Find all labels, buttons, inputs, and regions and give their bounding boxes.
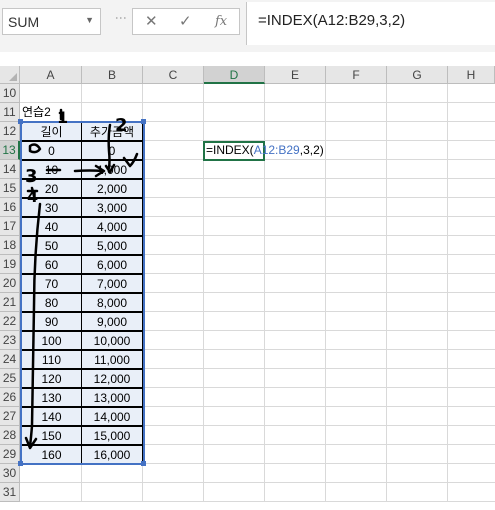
ink-label-two: 2	[115, 115, 128, 136]
ink-stroke	[24, 202, 42, 450]
ink-stroke	[122, 152, 139, 168]
ink-stroke	[104, 123, 116, 174]
formula-bar: SUM ▼ ⋮ ✕ ✓ fx =INDEX(A12:B29,3,2)	[0, 0, 495, 52]
name-box-value: SUM	[8, 14, 40, 30]
insert-function-icon[interactable]: fx	[215, 14, 227, 29]
ink-annotations: 1 2 3 4	[24, 108, 139, 450]
ink-stroke	[28, 143, 42, 154]
chevron-down-icon[interactable]: ▼	[85, 15, 94, 25]
ink-label-one: 1	[57, 108, 68, 127]
cell-d13-content[interactable]: =INDEX(A12:B29,3,2)	[206, 141, 336, 161]
formula-range-ref: A12:B29	[253, 143, 300, 157]
ink-label-three: 3	[25, 166, 38, 187]
formula-prefix: =INDEX(	[206, 143, 254, 157]
name-box[interactable]: SUM ▼	[2, 8, 101, 35]
enter-icon[interactable]: ✓	[179, 12, 192, 30]
ink-label-four: 4	[27, 187, 38, 206]
formula-buttons: ✕ ✓ fx	[132, 8, 240, 35]
cancel-icon[interactable]: ✕	[145, 12, 158, 30]
splitter-handle-icon[interactable]: ⋮	[114, 12, 128, 23]
formula-text: =INDEX(A12:B29,3,2)	[258, 12, 406, 29]
formula-input[interactable]: =INDEX(A12:B29,3,2)	[246, 2, 495, 45]
ink-stroke	[45, 164, 106, 178]
formula-suffix: ,3,2)	[299, 143, 324, 157]
